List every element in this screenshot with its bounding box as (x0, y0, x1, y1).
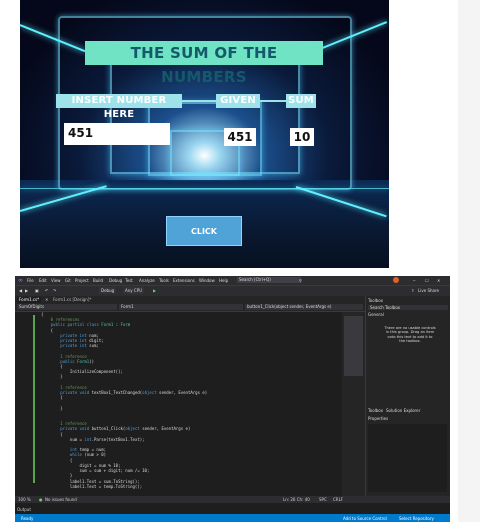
minimize-button[interactable]: ─ (413, 278, 415, 283)
toolbox-panel: Toolbox Search Toolbox General There are… (365, 296, 450, 496)
no-issues-text[interactable]: No issues found (45, 497, 77, 502)
number-input[interactable]: 451 (64, 123, 170, 145)
nav-member[interactable]: button1_Click(object sender, EventArgs e… (245, 304, 363, 310)
label-given: GIVEN (216, 94, 260, 108)
document-tabs: Form1.cs* ✕ Form1.cs [Design]* (15, 296, 365, 303)
code-text: { 0 references public partial class Form… (41, 312, 208, 489)
output-label[interactable]: Output (17, 507, 31, 512)
line-ending: CRLF (333, 497, 344, 502)
menu-build[interactable]: Build (93, 278, 103, 283)
form-window: THE SUM OF THE NUMBERS INSERT NUMBER HER… (20, 0, 389, 268)
nav-class[interactable]: Form1 (119, 304, 243, 310)
vs-logo-icon: ∞ (18, 277, 23, 284)
label-connector (260, 100, 286, 102)
menu-analyze[interactable]: Analyze (139, 278, 155, 283)
editor-gutter (15, 312, 37, 496)
light-streak (20, 188, 389, 189)
redo-icon[interactable]: ↷ (53, 288, 56, 293)
config-select[interactable]: Debug (99, 287, 117, 294)
search-icon: ⚲ (299, 278, 302, 283)
account-avatar[interactable] (393, 277, 399, 283)
maximize-button[interactable]: ☐ (425, 278, 429, 283)
toolbox-search[interactable]: Search Toolbox (368, 305, 448, 310)
close-button[interactable]: ✕ (437, 278, 440, 283)
back-icon[interactable]: ◀ (19, 288, 22, 293)
form-title: THE SUM OF THE NUMBERS (85, 41, 323, 86)
status-bar: Ready Add to Source Control Select Repos… (15, 514, 450, 522)
label-connector (182, 100, 216, 102)
live-share-button[interactable]: Live Share (418, 288, 439, 293)
page-sidebar (458, 0, 480, 522)
properties-grid (368, 424, 447, 492)
menu-edit[interactable]: Edit (39, 278, 47, 283)
menu-view[interactable]: View (51, 278, 61, 283)
menu-tools[interactable]: Tools (159, 278, 169, 283)
no-issues-icon: ● (39, 497, 43, 502)
code-editor[interactable]: { 0 references public partial class Form… (15, 312, 342, 496)
start-icon[interactable]: ▶ (153, 288, 156, 293)
menu-extensions[interactable]: Extensions (173, 278, 195, 283)
minimap-viewport (344, 316, 363, 376)
label-sum: SUM (286, 94, 316, 108)
menu-window[interactable]: Window (199, 278, 215, 283)
tab-toolbox[interactable]: Toolbox (368, 408, 383, 413)
editor-status: 100 % ● No issues found Ln: 26 Ch: 40 SP… (15, 496, 450, 503)
toolbox-group-general[interactable]: General (368, 312, 384, 317)
properties-title: Properties (368, 416, 389, 421)
click-button[interactable]: CLICK (166, 216, 242, 246)
output-panel: Output (15, 503, 450, 514)
select-repository[interactable]: Select Repository (399, 516, 434, 521)
undo-icon[interactable]: ↶ (45, 288, 48, 293)
zoom-level[interactable]: 100 % (18, 497, 31, 502)
add-source-control[interactable]: Add to Source Control (343, 516, 387, 521)
save-icon[interactable]: ▣ (35, 288, 39, 293)
live-share-icon: ⇪ (411, 288, 415, 293)
change-marker (33, 315, 35, 483)
nav-project[interactable]: SumOfDigits (17, 304, 117, 310)
search-box[interactable]: Search (Ctrl+Q) (237, 277, 301, 283)
visual-studio-window: ∞ File Edit View Git Project Build Debug… (15, 276, 450, 522)
menu-project[interactable]: Project (75, 278, 89, 283)
toolbox-title: Toolbox (368, 298, 383, 303)
menu-git[interactable]: Git (65, 278, 71, 283)
whitespace-mode: SPC (319, 497, 327, 502)
menu-debug[interactable]: Debug (109, 278, 122, 283)
toolbox-empty-message: There are no usable controls in this gro… (384, 326, 436, 344)
toolbar: ◀ ▶ ▣ ↶ ↷ Debug Any CPU ▶ ⇪ Live Share (15, 285, 450, 296)
given-value-box: 451 (224, 128, 256, 146)
menu-help[interactable]: Help (219, 278, 228, 283)
sum-value-box: 10 (290, 128, 314, 146)
navigation-bar: SumOfDigits Form1 button1_Click(object s… (15, 303, 365, 312)
menu-bar: ∞ File Edit View Git Project Build Debug… (15, 276, 450, 285)
menu-test[interactable]: Test (125, 278, 133, 283)
menu-file[interactable]: File (27, 278, 34, 283)
forward-icon[interactable]: ▶ (25, 288, 28, 293)
label-insert-number: INSERT NUMBER HERE (56, 94, 182, 120)
status-ready: Ready (21, 516, 34, 521)
line-column: Ln: 26 Ch: 40 (283, 497, 310, 502)
tab-solution-explorer[interactable]: Solution Explorer (386, 408, 420, 413)
minimap[interactable] (342, 312, 365, 496)
platform-select[interactable]: Any CPU (123, 287, 145, 294)
